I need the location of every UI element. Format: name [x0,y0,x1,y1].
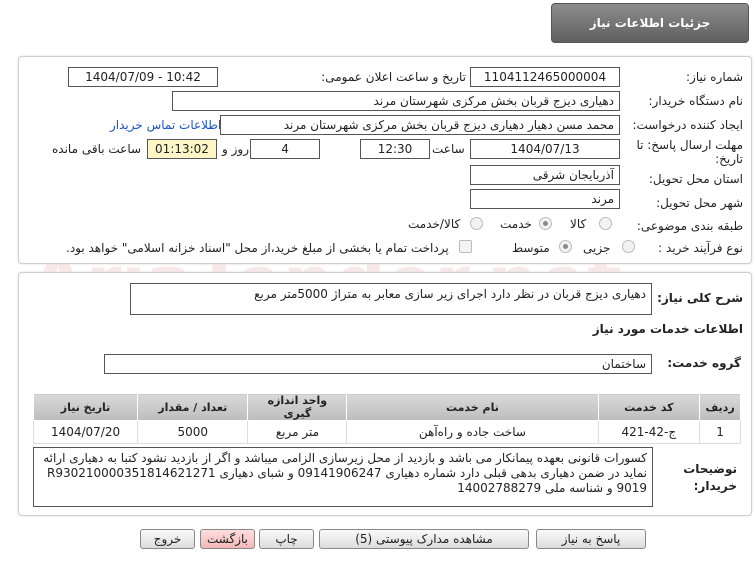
province-field: آذربایجان شرقی [470,165,620,185]
need-number-field: 1104112465000004 [470,67,620,87]
table-row: 1 ج-42-421 ساخت جاده و راه‌آهن متر مربع … [32,420,741,444]
col-date: تاریخ نیاز [32,393,139,421]
print-button[interactable]: چاپ [259,529,314,549]
cell-row: 1 [699,420,741,444]
col-unit: واحد اندازه گیری [247,393,348,421]
days-field: 4 [250,139,320,159]
col-name: نام خدمت [346,393,599,421]
days-label: روز و [222,142,249,156]
process-label: نوع فرآیند خرید : [658,241,743,255]
city-label: شهر محل تحویل: [656,196,743,210]
cell-name: ساخت جاده و راه‌آهن [346,420,599,444]
exit-button[interactable]: خروج [140,529,195,549]
attachments-button[interactable]: مشاهده مدارک پیوستی (5) [319,529,529,549]
remaining-time-field: 01:13:02 [147,139,217,159]
cell-code: ج-42-421 [597,420,701,444]
process-option-minor: جزیی [583,241,611,255]
remaining-label: ساعت باقی مانده [52,142,142,156]
province-label: استان محل تحویل: [648,172,743,186]
category-radio-both[interactable] [470,217,483,230]
category-radio-goods[interactable] [599,217,612,230]
announce-field: 1404/07/09 - 10:42 [68,67,218,87]
deadline-label: مهلت ارسال پاسخ: تا [636,138,743,152]
col-code: کد خدمت [597,393,701,421]
creator-field: محمد مسن دهیار دهیاری دیزج قربان بخش مرک… [220,115,620,135]
services-table: ردیف کد خدمت نام خدمت واحد اندازه گیری ت… [32,393,741,444]
back-button[interactable]: بازگشت [200,529,255,549]
buyer-org-label: نام دستگاه خریدار: [648,94,744,108]
page-title: جزئیات اطلاعات نیاز [551,3,749,43]
need-desc-field: دهیاری دیزج قربان در نظر دارد اجرای زیر … [130,283,652,315]
need-desc-label: شرح کلی نیاز: [657,291,743,305]
creator-label: ایجاد کننده درخواست: [632,118,743,132]
notes-label: توضیحات [683,462,737,476]
payment-note: پرداخت تمام یا بخشی از مبلغ خرید،از محل … [66,241,449,255]
category-label: طبقه بندی موضوعی: [636,219,743,233]
time-label: ساعت [432,142,465,156]
notes-field: کسورات قانونی بعهده پیمانکار می باشد و ب… [33,447,653,507]
category-option-service: خدمت [500,217,532,231]
cell-qty: 5000 [137,420,249,444]
col-qty: تعداد / مقدار [137,393,249,421]
services-heading: اطلاعات خدمات مورد نیاز [592,322,743,336]
col-row: ردیف [699,393,741,421]
category-option-both: کالا/خدمت [408,217,461,231]
service-group-label: گروه خدمت: [667,356,741,370]
announce-label: تاریخ و ساعت اعلان عمومی: [321,70,466,84]
reply-button[interactable]: پاسخ به نیاز [536,529,646,549]
service-group-field: ساختمان [104,354,652,374]
contact-link[interactable]: اطلاعات تماس خریدار [110,118,221,132]
cell-date: 1404/07/20 [32,420,139,444]
process-radio-medium[interactable] [559,240,572,253]
need-number-label: شماره نیاز: [686,70,743,84]
notes-label-2: خریدار: [693,479,737,493]
process-option-medium: متوسط [512,241,550,255]
deadline-time-field: 12:30 [360,139,430,159]
buyer-org-field: دهیاری دیزج قربان بخش مرکزی شهرستان مرند [172,91,620,111]
category-option-goods: کالا [570,217,587,231]
category-radio-service[interactable] [539,217,552,230]
deadline-date-field: 1404/07/13 [470,139,620,159]
payment-checkbox[interactable] [459,240,472,253]
cell-unit: متر مربع [247,420,348,444]
deadline-label-date: تاریخ: [715,152,743,166]
city-field: مرند [470,189,620,209]
process-radio-minor[interactable] [622,240,635,253]
